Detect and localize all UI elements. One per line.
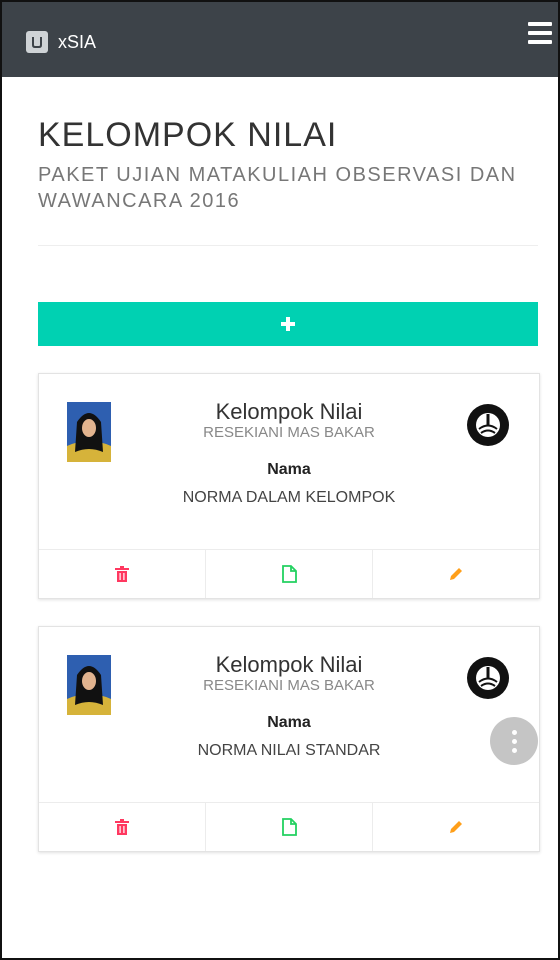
trash-icon xyxy=(115,566,129,582)
delete-button[interactable] xyxy=(39,803,206,851)
more-options-button[interactable] xyxy=(490,717,538,765)
card-field-value: NORMA DALAM KELOMPOK xyxy=(182,489,396,506)
card-kelompok-nilai-1: Kelompok Nilai RESEKIANI MAS BAKAR Nama … xyxy=(38,373,540,599)
pencil-icon xyxy=(450,568,462,580)
card-title: Kelompok Nilai xyxy=(215,652,363,677)
trash-icon xyxy=(115,819,129,835)
brand[interactable]: xSIA xyxy=(26,31,96,53)
university-logo-icon xyxy=(467,657,509,699)
card-owner: RESEKIANI MAS BAKAR xyxy=(203,424,375,441)
card-body: Kelompok Nilai RESEKIANI MAS BAKAR Nama … xyxy=(109,651,469,761)
card-kelompok-nilai-2: Kelompok Nilai RESEKIANI MAS BAKAR Nama … xyxy=(38,626,540,852)
divider xyxy=(38,245,538,246)
view-button[interactable] xyxy=(206,803,373,851)
card-field-value: NORMA NILAI STANDAR xyxy=(197,742,381,759)
app-title: xSIA xyxy=(58,31,97,52)
file-icon xyxy=(282,818,297,836)
card-owner: RESEKIANI MAS BAKAR xyxy=(203,677,375,694)
page-title: KELOMPOK NILAI xyxy=(38,116,338,154)
more-vertical-icon xyxy=(511,729,517,735)
pencil-icon xyxy=(450,821,462,833)
card-actions xyxy=(39,549,539,598)
add-button[interactable] xyxy=(38,302,538,346)
view-button[interactable] xyxy=(206,550,373,598)
app-logo-icon xyxy=(26,31,48,53)
plus-icon xyxy=(281,317,295,331)
page-subtitle: PAKET UJIAN MATAKULIAH OBSERVASI DAN WAW… xyxy=(38,164,517,212)
card-body: Kelompok Nilai RESEKIANI MAS BAKAR Nama … xyxy=(109,398,469,508)
university-logo-icon xyxy=(467,404,509,446)
user-photo-avatar xyxy=(67,655,111,715)
file-icon xyxy=(282,565,297,583)
card-field-label: Nama xyxy=(267,461,311,478)
delete-button[interactable] xyxy=(39,550,206,598)
navbar: xSIA xyxy=(2,2,558,77)
card-title: Kelompok Nilai xyxy=(215,399,363,424)
card-field-label: Nama xyxy=(267,714,311,731)
hamburger-icon[interactable] xyxy=(528,22,552,44)
app-frame: xSIA KELOMPOK NILAI PAKET UJIAN MATAKULI… xyxy=(0,0,560,960)
card-actions xyxy=(39,802,539,851)
edit-button[interactable] xyxy=(373,803,539,851)
edit-button[interactable] xyxy=(373,550,539,598)
user-photo-avatar xyxy=(67,402,111,462)
